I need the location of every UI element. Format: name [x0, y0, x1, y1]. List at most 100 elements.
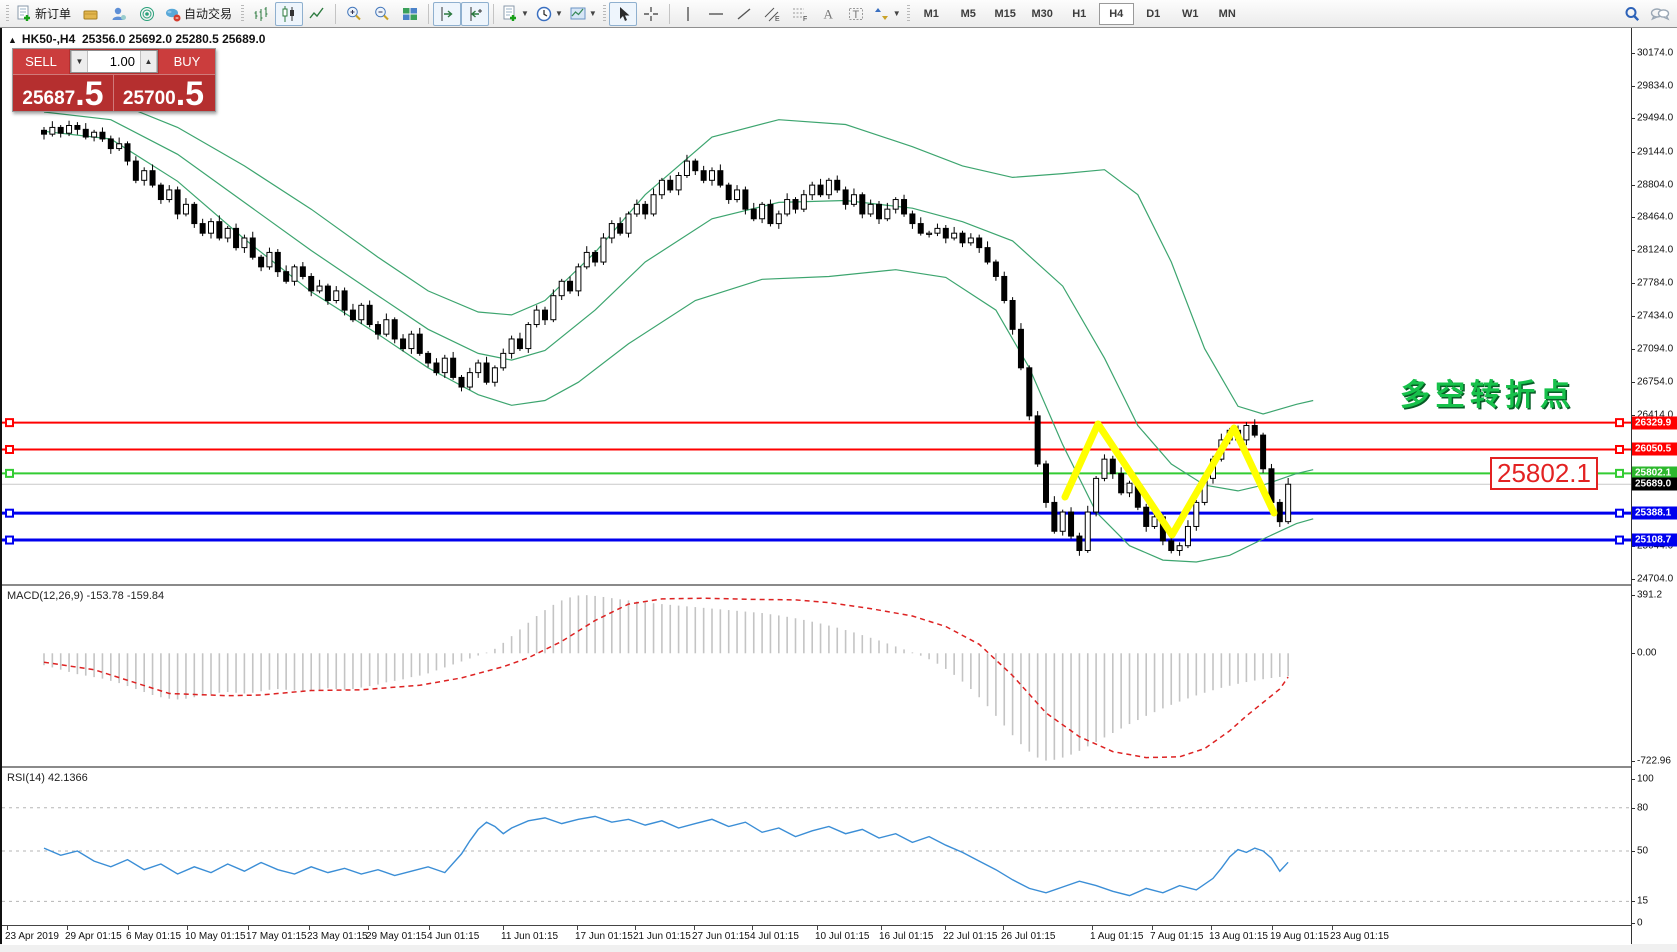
chart-shift-button[interactable] — [461, 2, 489, 26]
candle-body — [902, 200, 907, 214]
axis-tick — [1632, 152, 1635, 153]
line-handle[interactable] — [6, 510, 13, 517]
candle-body — [1018, 329, 1023, 367]
candle-body — [826, 180, 831, 194]
candle-body — [275, 252, 280, 271]
candle-body — [1119, 474, 1124, 493]
toolbox-button[interactable] — [77, 2, 105, 26]
line-handle[interactable] — [6, 446, 13, 453]
zoom-in-button[interactable] — [340, 2, 368, 26]
time-tick — [67, 926, 68, 930]
auto-scroll-button[interactable] — [433, 2, 461, 26]
cursor-button[interactable] — [609, 2, 637, 26]
price-axis-label: 27784.0 — [1637, 277, 1673, 288]
indicators-button[interactable]: ▼ — [498, 2, 532, 26]
candle-body — [459, 377, 464, 387]
main-price-pane[interactable]: ▲HK50-,H4 25356.0 25692.0 25280.5 25689.… — [2, 28, 1631, 584]
price-callout[interactable]: 25802.1 — [1490, 457, 1598, 490]
sell-price[interactable]: 25687.5 — [13, 75, 113, 111]
candle-body — [492, 368, 497, 382]
symbol-period-label: HK50-,H4 — [22, 32, 75, 46]
candle-body — [1085, 512, 1090, 550]
timeframe-button-mn[interactable]: MN — [1210, 3, 1245, 25]
candle-body — [150, 171, 155, 185]
text-label-button[interactable]: T — [842, 2, 870, 26]
zoom-out-button[interactable] — [368, 2, 396, 26]
candlestick-chart-button[interactable] — [275, 2, 303, 26]
toolbar-grip — [907, 5, 910, 23]
candle-body — [626, 214, 631, 233]
timeframe-button-w1[interactable]: W1 — [1173, 3, 1208, 25]
rsi-canvas[interactable] — [2, 768, 1631, 925]
timeframe-button-d1[interactable]: D1 — [1136, 3, 1171, 25]
collapse-marker-icon[interactable]: ▲ — [8, 35, 17, 45]
line-handle[interactable] — [6, 537, 13, 544]
timeframe-button-h4[interactable]: H4 — [1099, 3, 1134, 25]
sell-button[interactable]: SELL — [13, 49, 69, 74]
timeframe-button-m30[interactable]: M30 — [1025, 3, 1060, 25]
timeframe-button-m5[interactable]: M5 — [951, 3, 986, 25]
pivot-annotation[interactable]: 多空转折点 — [1400, 370, 1575, 414]
rsi-pane[interactable]: RSI(14) 42.1366 — [2, 766, 1631, 925]
line-handle[interactable] — [6, 470, 13, 477]
zoom-out-icon — [373, 5, 391, 23]
vertical-line-button[interactable] — [674, 2, 702, 26]
timeframe-button-h1[interactable]: H1 — [1062, 3, 1097, 25]
line-chart-button[interactable] — [303, 2, 331, 26]
macd-canvas[interactable] — [2, 586, 1631, 765]
time-tick — [368, 926, 369, 930]
signal-button[interactable] — [133, 2, 161, 26]
timeframe-button-m1[interactable]: M1 — [914, 3, 949, 25]
rsi-axis-label: 0 — [1637, 918, 1643, 929]
fibonacci-button[interactable]: F — [786, 2, 814, 26]
candle-body — [517, 339, 522, 349]
tile-windows-button[interactable] — [396, 2, 424, 26]
price-chart-canvas[interactable] — [2, 28, 1631, 584]
candle-body — [659, 180, 664, 194]
line-handle[interactable] — [1616, 419, 1623, 426]
price-axis[interactable]: 30174.029834.029494.029144.028804.028464… — [1631, 28, 1677, 944]
periods-button[interactable]: ▼ — [532, 2, 566, 26]
candle-body — [726, 185, 731, 199]
time-tick — [945, 926, 946, 930]
new-order-label: 新订单 — [35, 5, 71, 22]
timeframe-button-m15[interactable]: M15 — [988, 3, 1023, 25]
crosshair-button[interactable] — [637, 2, 665, 26]
volume-decrease-button[interactable]: ▼ — [71, 51, 88, 72]
text-button[interactable]: A — [814, 2, 842, 26]
one-click-trade-panel: SELL ▼ 1.00 ▲ BUY 25687.5 25700 — [12, 48, 216, 112]
auto-trading-button[interactable]: 自动交易 — [161, 2, 238, 26]
macd-pane[interactable]: MACD(12,26,9) -153.78 -159.84 — [2, 584, 1631, 765]
chat-button[interactable] — [1646, 2, 1674, 26]
line-handle[interactable] — [1616, 446, 1623, 453]
price-tag: 25388.1 — [1632, 507, 1677, 520]
equidistant-channel-button[interactable]: E — [758, 2, 786, 26]
buy-price[interactable]: 25700.5 — [113, 75, 213, 111]
candle-body — [1094, 478, 1099, 512]
candle-body — [192, 204, 197, 223]
line-handle[interactable] — [6, 419, 13, 426]
time-tick — [1272, 926, 1273, 930]
candle-body — [242, 238, 247, 248]
trendline-button[interactable] — [730, 2, 758, 26]
arrows-button[interactable]: ▼ — [870, 2, 904, 26]
candle-body — [701, 171, 706, 181]
time-axis[interactable]: 23 Apr 201929 Apr 01:156 May 01:1510 May… — [2, 925, 1631, 945]
candle-body — [1244, 426, 1249, 440]
bar-chart-button[interactable] — [247, 2, 275, 26]
candle-body — [1127, 483, 1132, 493]
volume-increase-button[interactable]: ▲ — [140, 51, 157, 72]
candle-body — [835, 180, 840, 190]
line-handle[interactable] — [1616, 537, 1623, 544]
line-handle[interactable] — [1616, 510, 1623, 517]
candle-body — [584, 252, 589, 266]
buy-button[interactable]: BUY — [159, 49, 215, 74]
new-order-button[interactable]: 新订单 — [12, 2, 77, 26]
volume-input[interactable]: 1.00 — [88, 51, 140, 72]
search-button[interactable] — [1618, 2, 1646, 26]
templates-button[interactable]: ▼ — [566, 2, 600, 26]
line-handle[interactable] — [1616, 470, 1623, 477]
horizontal-line-button[interactable] — [702, 2, 730, 26]
auto-trading-label: 自动交易 — [184, 5, 232, 22]
profile-button[interactable] — [105, 2, 133, 26]
